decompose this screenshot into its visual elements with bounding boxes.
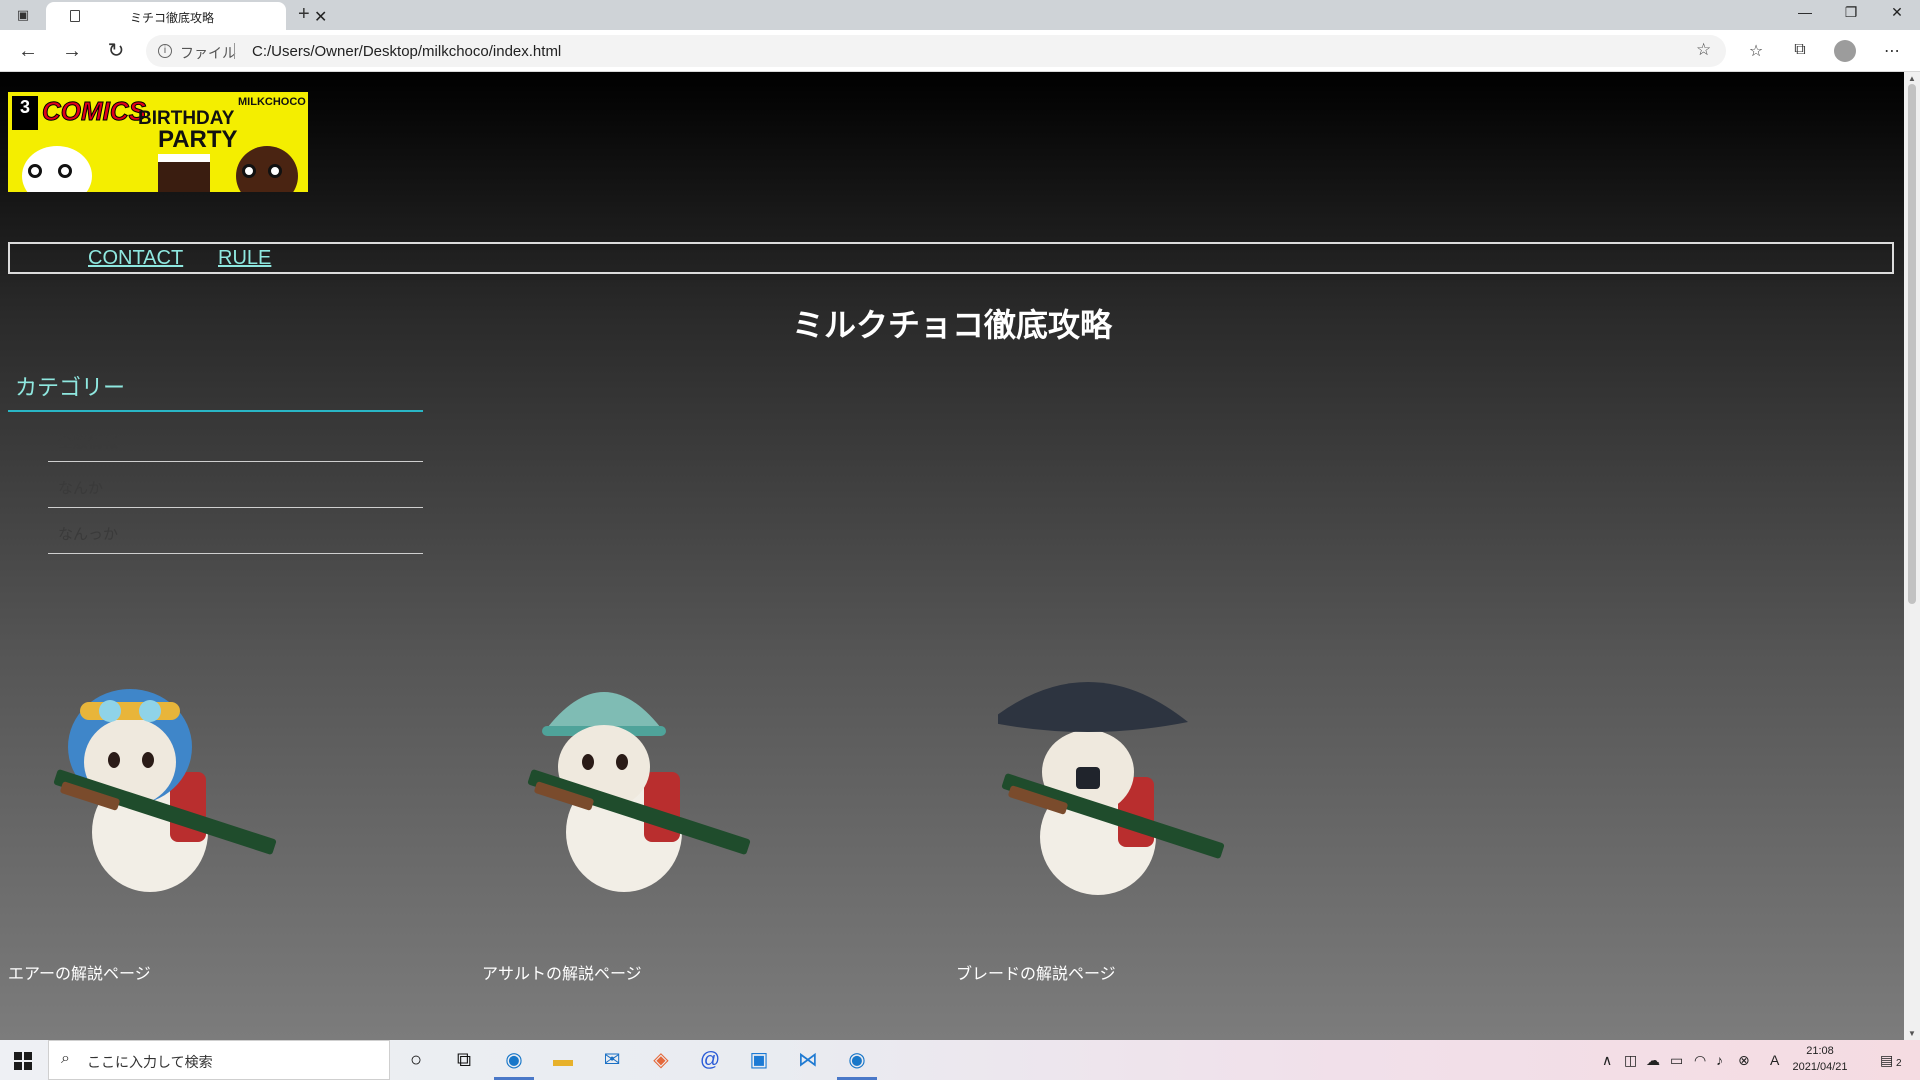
taskbar-clock[interactable]: 21:08 2021/04/21 [1784,1043,1856,1075]
main-nav: CONTACT RULE [8,242,1894,274]
category-item[interactable]: なんか [48,463,423,508]
page-viewport: 3 COMICS BIRTHDAY PARTY MILKCHOCO CONTAC… [0,72,1904,1040]
nav-link-contact[interactable]: CONTACT [88,247,183,270]
clock-date: 2021/04/21 [1792,1061,1848,1073]
cortana-icon[interactable]: ○ [401,1045,431,1075]
blade-character-image [998,682,1225,895]
scroll-up-icon[interactable]: ▲ [1908,74,1916,83]
windows-start-icon[interactable] [14,1052,32,1070]
app-orange-icon[interactable]: ◈ [646,1045,676,1075]
task-view-icon[interactable]: ⧉ [449,1045,479,1075]
minimize-button[interactable]: — [1782,4,1828,26]
character-card-assault[interactable] [484,662,764,922]
banner-brand: MILKCHOCO [238,96,306,108]
banner-character-brown [236,146,298,192]
status-icon[interactable]: ⊗ [1738,1052,1750,1069]
edge-icon[interactable]: ◉ [499,1045,529,1075]
onedrive-icon[interactable]: ☁ [1646,1052,1660,1069]
collections-icon[interactable]: ⧉ [1788,41,1812,63]
file-protocol-label: ファイル [180,45,236,61]
page-icon [70,10,80,22]
category-heading: カテゴリー [15,375,126,400]
page-scrollbar[interactable]: ▲ ▼ [1904,72,1920,1040]
favorites-icon[interactable]: ☆ [1744,41,1768,63]
character-link-air[interactable]: エアーの解説ページ [8,960,151,984]
file-explorer-icon[interactable]: ▬ [548,1045,578,1075]
site-banner-logo[interactable]: 3 COMICS BIRTHDAY PARTY MILKCHOCO [8,92,308,192]
tray-app-icon[interactable]: ◫ [1624,1052,1637,1069]
category-item[interactable]: なんっか [48,509,423,554]
network-icon[interactable]: ◠ [1694,1052,1706,1069]
clock-time: 21:08 [1806,1045,1834,1057]
banner-number: 3 [12,96,38,130]
add-favorite-icon[interactable]: ☆ [1696,40,1711,60]
email-client-icon[interactable]: @ [695,1045,725,1075]
banner-cake [158,154,210,192]
more-menu-icon[interactable]: ⋯ [1880,41,1904,63]
edge-window-icon[interactable]: ◉ [842,1045,872,1075]
divider [234,43,235,59]
browser-tab[interactable]: ミチコ徹底攻略 ✕ [46,2,327,30]
back-arrow-icon[interactable]: ← [14,39,42,63]
category-item-label: なんか [58,480,104,497]
restore-button[interactable]: ❐ [1828,4,1874,26]
assault-character-image [527,692,751,892]
page-title: ミルクチョコ徹底攻略 [791,307,1112,343]
tray-chevron-icon[interactable]: ∧ [1602,1052,1612,1069]
character-card-blade[interactable] [958,662,1238,922]
ime-icon[interactable]: A [1770,1052,1779,1068]
air-character-image [53,689,277,892]
banner-character-white [22,146,92,192]
scroll-down-icon[interactable]: ▼ [1908,1029,1916,1038]
banner-party: PARTY [158,126,238,153]
category-item[interactable]: 全般情報 [48,417,423,462]
window-close-button[interactable]: ✕ [1874,4,1920,26]
taskbar-search-input[interactable]: ⌕ ここに入力して検索 [48,1040,390,1080]
profile-avatar-icon[interactable] [1834,40,1856,62]
windows-taskbar: ⌕ ここに入力して検索 ○ ⧉ ◉ ▬ ✉ ◈ @ ▣ ⋈ ◉ ∧ ◫ ☁ ▭ … [0,1040,1920,1080]
character-link-assault[interactable]: アサルトの解説ページ [482,960,642,984]
store-icon[interactable]: ▣ [744,1045,774,1075]
character-link-blade[interactable]: ブレードの解説ページ [956,960,1116,984]
tab-actions-icon[interactable]: ▣ [12,7,34,25]
new-tab-button[interactable]: + [298,3,310,26]
search-placeholder: ここに入力して検索 [87,1054,213,1070]
volume-icon[interactable]: ♪ [1716,1052,1723,1068]
category-item-label: なんっか [58,526,119,543]
banner-comics: COMICS [42,96,147,127]
info-icon[interactable]: i [158,44,172,58]
address-bar[interactable]: i ファイル C:/Users/Owner/Desktop/milkchoco/… [146,35,1726,67]
battery-icon[interactable]: ▭ [1670,1052,1683,1069]
nav-link-rule[interactable]: RULE [218,247,271,270]
address-toolbar: ← → ↻ i ファイル C:/Users/Owner/Desktop/milk… [0,30,1920,72]
browser-tab-bar: ▣ ミチコ徹底攻略 ✕ + — ❐ ✕ [0,0,1920,30]
scroll-thumb[interactable] [1908,84,1916,604]
vscode-icon[interactable]: ⋈ [793,1045,823,1075]
character-card-air[interactable] [10,662,290,922]
category-item-label: 全般情報 [58,434,119,451]
search-icon: ⌕ [61,1050,70,1067]
notification-icon[interactable]: ▤ [1880,1052,1893,1069]
refresh-icon[interactable]: ↻ [102,39,130,63]
url-text[interactable]: C:/Users/Owner/Desktop/milkchoco/index.h… [252,43,561,60]
category-underline [8,410,423,412]
forward-arrow-icon[interactable]: → [58,39,86,63]
notification-count: 2 [1896,1058,1902,1069]
tab-title: ミチコ徹底攻略 [130,11,215,25]
mail-icon[interactable]: ✉ [597,1045,627,1075]
tab-close-button[interactable]: ✕ [314,7,327,27]
